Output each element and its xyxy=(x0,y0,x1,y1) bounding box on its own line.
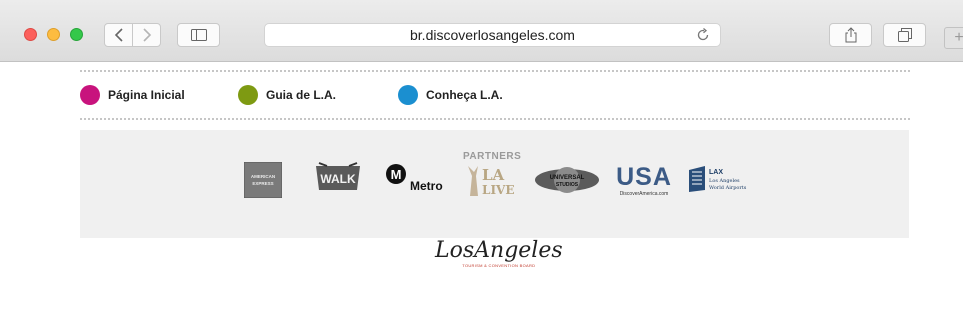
nav-item-explore[interactable]: Conheça L.A. xyxy=(398,84,503,106)
reload-icon[interactable] xyxy=(695,27,711,43)
nav-label-guide: Guia de L.A. xyxy=(266,88,337,102)
close-window-button[interactable] xyxy=(24,28,37,41)
svg-text:STUDIOS: STUDIOS xyxy=(556,182,579,188)
minimize-window-button[interactable] xyxy=(47,28,60,41)
url-text: br.discoverlosangeles.com xyxy=(410,27,575,43)
share-button[interactable] xyxy=(829,23,872,47)
zoom-window-button[interactable] xyxy=(70,28,83,41)
usa-logo[interactable]: USA DiscoverAmerica.com xyxy=(612,160,676,198)
lax-logo[interactable]: LAX Los Angeles World Airports xyxy=(687,162,755,196)
svg-text:LIVE: LIVE xyxy=(482,183,515,197)
forward-button[interactable] xyxy=(132,23,161,47)
nav-item-guide[interactable]: Guia de L.A. xyxy=(238,84,336,106)
divider-top xyxy=(80,70,910,72)
browser-toolbar: br.discoverlosangeles.com + xyxy=(0,0,963,62)
la-tourism-logo-script: LosAngeles xyxy=(435,238,563,263)
sidebar-toggle-button[interactable] xyxy=(177,23,220,47)
svg-text:M: M xyxy=(391,167,402,182)
svg-text:LAX: LAX xyxy=(709,169,723,176)
chevron-left-icon xyxy=(114,28,123,42)
divider-bottom xyxy=(80,118,910,120)
la-tourism-logo[interactable]: LosAngeles TOURISM & CONVENTION BOARD xyxy=(435,238,563,268)
address-bar[interactable]: br.discoverlosangeles.com xyxy=(264,23,721,47)
nav-label-home: Página Inicial xyxy=(108,88,185,102)
svg-text:UNIVERSAL: UNIVERSAL xyxy=(550,175,585,181)
american-express-logo[interactable]: AMERICAN EXPRESS xyxy=(244,162,282,198)
nav-dot-icon xyxy=(80,85,100,105)
svg-text:AMERICAN: AMERICAN xyxy=(251,174,275,179)
new-tab-button[interactable]: + xyxy=(944,27,963,49)
sidebar-icon xyxy=(190,29,207,41)
partners-title: PARTNERS xyxy=(463,151,522,162)
la-live-logo[interactable]: LA LIVE xyxy=(462,162,520,198)
nav-item-home[interactable]: Página Inicial xyxy=(80,84,185,106)
nav-dot-icon xyxy=(398,85,418,105)
nav-dot-icon xyxy=(238,85,258,105)
la-tourism-logo-subtitle: TOURISM & CONVENTION BOARD xyxy=(462,263,536,268)
nav-label-explore: Conheça L.A. xyxy=(426,88,503,102)
share-icon xyxy=(845,27,856,43)
chevron-right-icon xyxy=(142,28,151,42)
svg-text:LA: LA xyxy=(482,166,505,184)
svg-text:DiscoverAmerica.com: DiscoverAmerica.com xyxy=(620,191,669,197)
svg-text:Metro: Metro xyxy=(410,179,443,193)
tab-overview-icon xyxy=(897,28,912,42)
svg-text:WALK: WALK xyxy=(320,172,356,186)
metro-logo[interactable]: M Metro xyxy=(385,162,447,194)
tab-overview-button[interactable] xyxy=(883,23,926,47)
svg-text:World Airports: World Airports xyxy=(709,185,747,191)
universal-studios-logo[interactable]: UNIVERSAL STUDIOS xyxy=(534,163,600,197)
citywalk-logo[interactable]: WALK xyxy=(313,160,363,196)
svg-text:EXPRESS: EXPRESS xyxy=(252,181,273,186)
back-button[interactable] xyxy=(104,23,133,47)
svg-text:Los Angeles: Los Angeles xyxy=(709,178,740,184)
plus-icon: + xyxy=(954,29,963,46)
svg-text:USA: USA xyxy=(616,163,672,191)
